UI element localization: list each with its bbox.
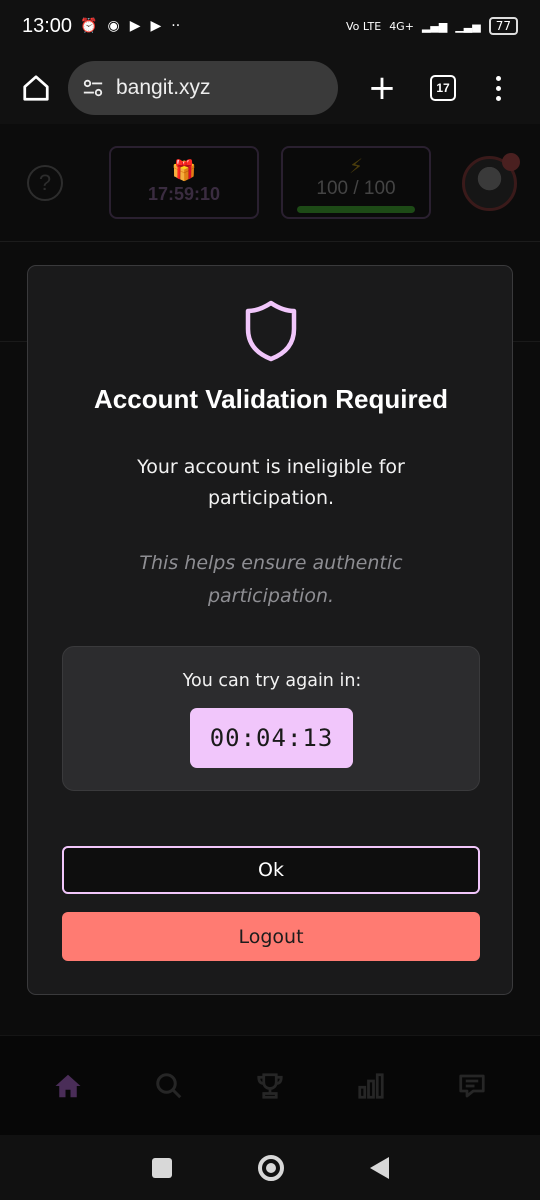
logout-button[interactable]: Logout [62, 912, 480, 961]
chat-icon [458, 1074, 485, 1097]
home-outline-icon [23, 75, 49, 101]
countdown-timer: 00:04:13 [190, 708, 353, 768]
system-navigation-bar [0, 1135, 540, 1200]
reward-timer-card[interactable]: 🎁 17:59:10 [109, 146, 259, 219]
chrome-icon: ◉ [107, 18, 120, 34]
modal-title: Account Validation Required [94, 384, 448, 414]
energy-value: 100 / 100 [316, 178, 396, 199]
status-notification-icons: ⏰ ◉ ▶ ▶ ·· [80, 18, 180, 34]
network-indicator: 4G+ [389, 19, 414, 33]
nav-chat[interactable] [452, 1066, 492, 1106]
play-icon: ▶ [129, 18, 141, 34]
lightning-bolt-icon: ⚡ [348, 154, 364, 178]
modal-note: This helps ensure authentic participatio… [139, 552, 403, 607]
search-icon [156, 1072, 182, 1098]
nav-leaderboard[interactable] [351, 1066, 391, 1106]
status-time: 13:00 [22, 14, 73, 37]
validation-modal: Account Validation Required Your account… [27, 265, 513, 995]
home-system-icon[interactable] [257, 1154, 284, 1181]
nav-home[interactable] [48, 1066, 88, 1106]
browser-menu-button[interactable] [496, 75, 501, 101]
url-text: bangit.xyz [116, 76, 211, 99]
app-header [0, 124, 540, 242]
play-icon: ▶ [150, 18, 162, 34]
energy-progress-bar [297, 206, 415, 213]
home-button[interactable] [18, 70, 54, 106]
nav-search[interactable] [149, 1066, 189, 1106]
site-settings-icon[interactable] [82, 77, 104, 99]
browser-toolbar: bangit.xyz + 17 [0, 52, 540, 124]
recent-apps-icon[interactable] [151, 1157, 172, 1178]
countdown-label: You can try again in: [182, 671, 362, 691]
status-bar: 13:00 ⏰ ◉ ▶ ▶ ·· Vo LTE 4G+ ▂▄▆ ▁▃▅ 77 [0, 0, 540, 52]
trophy-icon [257, 1072, 283, 1099]
status-right: Vo LTE 4G+ ▂▄▆ ▁▃▅ 77 [346, 17, 518, 35]
bottom-navigation [0, 1035, 540, 1135]
help-icon[interactable]: ? [27, 165, 63, 201]
energy-card[interactable]: ⚡ 100 / 100 [281, 146, 431, 219]
new-tab-button[interactable]: + [364, 70, 400, 106]
tab-switcher-button[interactable]: 17 [430, 75, 456, 101]
modal-message: Your account is ineligible for participa… [137, 456, 405, 509]
leaderboard-icon [358, 1072, 384, 1099]
energy-progress-fill [297, 206, 415, 213]
signal-icon-2: ▁▃▅ [455, 19, 481, 33]
ok-button[interactable]: Ok [62, 846, 480, 894]
address-bar[interactable]: bangit.xyz [68, 61, 338, 115]
alarm-icon: ⏰ [80, 18, 98, 34]
signal-icon: ▂▄▆ [421, 19, 448, 33]
volte-indicator: Vo LTE [346, 19, 382, 33]
avatar-badge-icon [502, 153, 520, 171]
shield-icon [245, 300, 297, 362]
nav-trophy[interactable] [250, 1066, 290, 1106]
back-icon[interactable] [369, 1156, 389, 1179]
gift-icon: 🎁 [171, 158, 197, 182]
battery-icon: 77 [488, 17, 518, 35]
countdown-panel: You can try again in: 00:04:13 [62, 646, 480, 791]
reward-timer: 17:59:10 [147, 184, 221, 204]
more-notifications-icon: ·· [171, 18, 181, 34]
home-icon [55, 1074, 81, 1097]
